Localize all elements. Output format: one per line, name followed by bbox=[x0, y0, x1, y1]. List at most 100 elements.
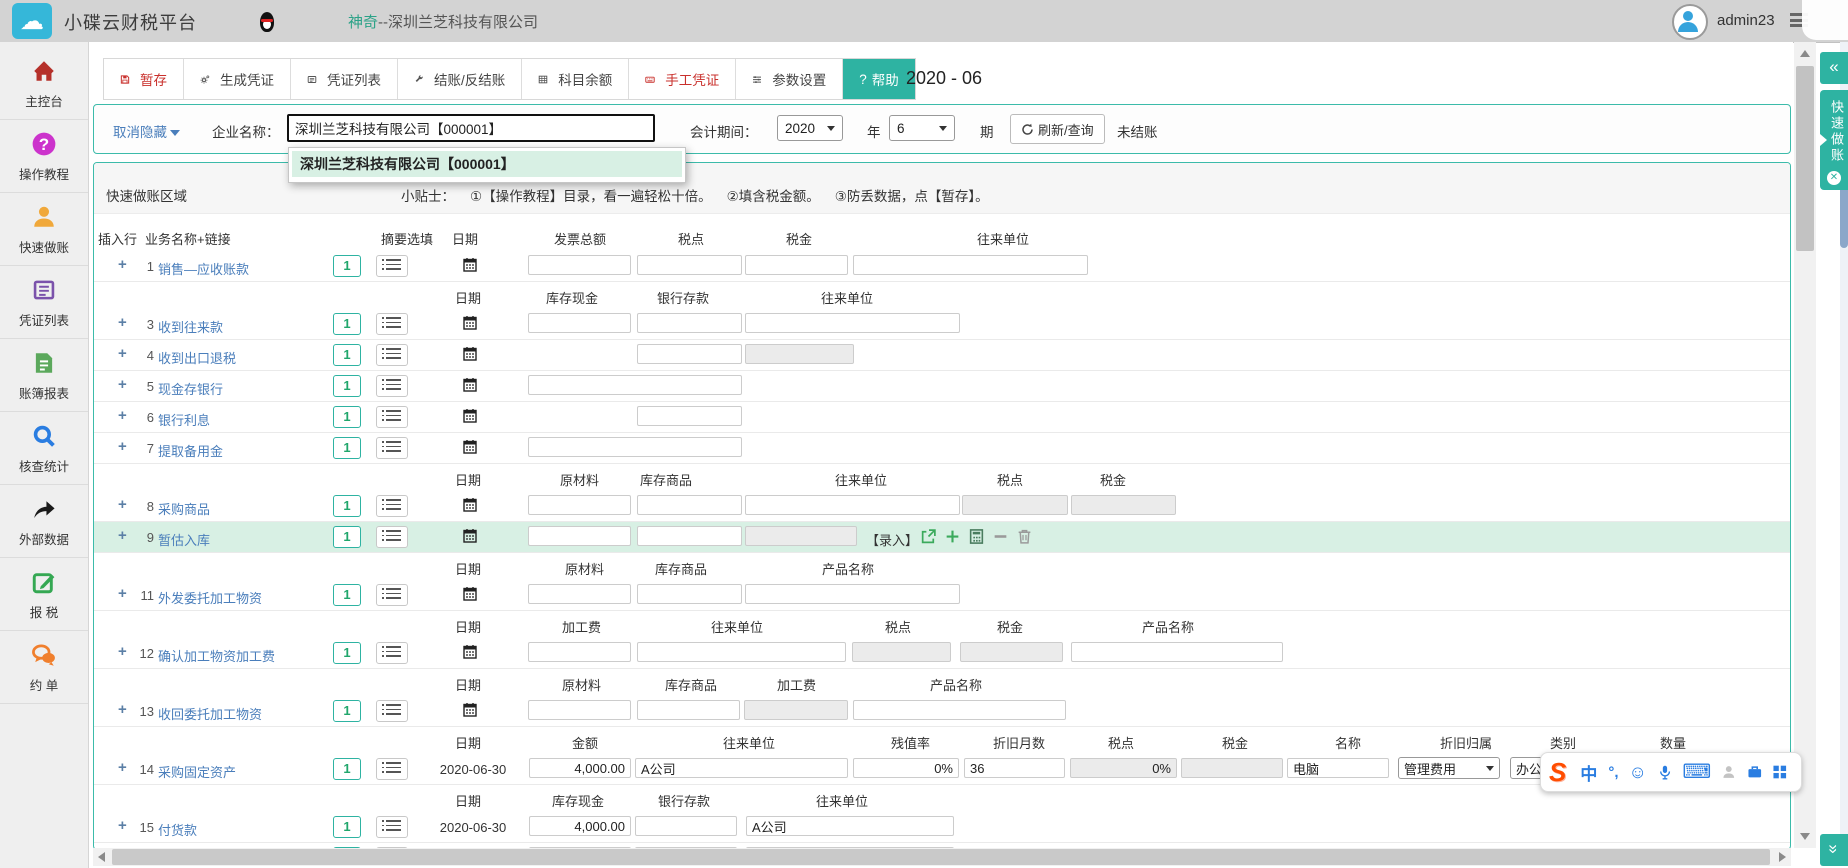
business-link[interactable]: 销售—应收账款 bbox=[158, 259, 249, 278]
entry-link[interactable]: 【录入】 bbox=[866, 530, 918, 549]
field-input[interactable] bbox=[637, 584, 742, 604]
business-link[interactable]: 银行利息 bbox=[158, 410, 210, 429]
ime-toolbox-icon[interactable] bbox=[1747, 764, 1763, 780]
sidebar-item-1[interactable]: 主控台 bbox=[0, 46, 88, 120]
count-box[interactable]: 1 bbox=[333, 437, 361, 459]
cancel-hide-link[interactable]: 取消隐藏 bbox=[113, 121, 180, 141]
field-input[interactable] bbox=[529, 758, 631, 778]
sidebar-item-2[interactable]: ?操作教程 bbox=[0, 119, 88, 193]
field-input[interactable] bbox=[637, 255, 742, 275]
calendar-icon[interactable] bbox=[463, 346, 477, 366]
calendar-icon[interactable] bbox=[463, 257, 477, 277]
qq-penguin-icon[interactable] bbox=[258, 10, 276, 34]
field-input[interactable] bbox=[853, 700, 1066, 720]
field-input[interactable] bbox=[745, 255, 848, 275]
field-input[interactable] bbox=[637, 406, 742, 426]
toolbar-button-7[interactable]: 参数设置 bbox=[736, 59, 843, 99]
calendar-icon[interactable] bbox=[463, 528, 477, 548]
summary-list-button[interactable] bbox=[376, 406, 408, 428]
sidebar-item-4[interactable]: 凭证列表 bbox=[0, 265, 88, 339]
count-box[interactable]: 1 bbox=[333, 255, 361, 277]
business-link[interactable]: 采购固定资产 bbox=[158, 762, 236, 781]
month-select[interactable]: 6 bbox=[889, 115, 955, 141]
count-box[interactable]: 1 bbox=[333, 584, 361, 606]
scroll-right-arrow-icon[interactable] bbox=[1779, 852, 1786, 862]
summary-list-button[interactable] bbox=[376, 584, 408, 606]
ime-emoji-icon[interactable]: ☺ bbox=[1629, 762, 1647, 783]
company-name-input[interactable] bbox=[287, 114, 655, 142]
ime-punctuation-toggle[interactable]: °, bbox=[1608, 764, 1618, 781]
summary-list-button[interactable] bbox=[376, 437, 408, 459]
field-input[interactable] bbox=[528, 584, 631, 604]
count-box[interactable]: 1 bbox=[333, 375, 361, 397]
field-input[interactable] bbox=[637, 700, 740, 720]
toolbar-button-4[interactable]: 结账/反结账 bbox=[398, 59, 522, 99]
expand-bottom-button[interactable]: » bbox=[1820, 834, 1848, 866]
ime-mic-icon[interactable] bbox=[1657, 764, 1673, 781]
insert-row-icon[interactable]: + bbox=[118, 496, 127, 514]
field-input[interactable] bbox=[853, 758, 959, 778]
sidebar-item-3[interactable]: 快速做账 bbox=[0, 192, 88, 266]
trash-icon[interactable] bbox=[1016, 528, 1033, 545]
field-input[interactable] bbox=[528, 437, 742, 457]
business-link[interactable]: 暂估入库 bbox=[158, 530, 210, 549]
ime-language-toggle[interactable]: 中 bbox=[1580, 760, 1597, 785]
toolbar-button-6[interactable]: 手工凭证 bbox=[629, 59, 736, 99]
business-link[interactable]: 现金存银行 bbox=[158, 379, 223, 398]
horizontal-scroll-thumb[interactable] bbox=[112, 849, 1770, 865]
user-avatar[interactable] bbox=[1672, 4, 1708, 40]
summary-list-button[interactable] bbox=[376, 642, 408, 664]
sidebar-item-6[interactable]: 核查统计 bbox=[0, 411, 88, 485]
count-box[interactable]: 1 bbox=[333, 700, 361, 722]
count-box[interactable]: 1 bbox=[333, 313, 361, 335]
vertical-scroll-thumb[interactable] bbox=[1796, 66, 1814, 251]
sogou-logo-icon[interactable]: S bbox=[1549, 757, 1566, 788]
insert-row-icon[interactable]: + bbox=[118, 817, 127, 835]
insert-row-icon[interactable]: + bbox=[118, 314, 127, 332]
calendar-icon[interactable] bbox=[463, 644, 477, 664]
field-input[interactable] bbox=[529, 816, 631, 836]
field-input[interactable] bbox=[528, 526, 631, 546]
field-input[interactable] bbox=[746, 816, 954, 836]
insert-row-icon[interactable]: + bbox=[118, 376, 127, 394]
toolbar-button-2[interactable]: 生成凭证 bbox=[184, 59, 291, 99]
calendar-icon[interactable] bbox=[463, 702, 477, 722]
business-link[interactable]: 外发委托加工物资 bbox=[158, 588, 262, 607]
suggestion-item[interactable]: 深圳兰芝科技有限公司【000001】 bbox=[292, 151, 682, 177]
count-box[interactable]: 1 bbox=[333, 406, 361, 428]
sidebar-item-5[interactable]: 账簿报表 bbox=[0, 338, 88, 412]
business-link[interactable]: 确认加工物资加工费 bbox=[158, 646, 275, 665]
field-input[interactable] bbox=[528, 700, 631, 720]
insert-row-icon[interactable]: + bbox=[118, 256, 127, 274]
field-input[interactable] bbox=[635, 758, 848, 778]
insert-row-icon[interactable]: + bbox=[118, 759, 127, 777]
toolbar-button-3[interactable]: 凭证列表 bbox=[291, 59, 398, 99]
summary-list-button[interactable] bbox=[376, 758, 408, 780]
field-input[interactable] bbox=[637, 526, 742, 546]
insert-row-icon[interactable]: + bbox=[118, 438, 127, 456]
field-input[interactable] bbox=[853, 255, 1088, 275]
toolbar-button-1[interactable]: 暂存 bbox=[104, 59, 184, 99]
field-input[interactable] bbox=[528, 375, 742, 395]
business-link[interactable]: 提取备用金 bbox=[158, 441, 223, 460]
business-link[interactable]: 收到出口退税 bbox=[158, 348, 236, 367]
toolbar-button-5[interactable]: 科目余额 bbox=[522, 59, 629, 99]
field-input[interactable] bbox=[635, 816, 737, 836]
insert-row-icon[interactable]: + bbox=[118, 585, 127, 603]
field-input[interactable] bbox=[745, 584, 960, 604]
business-link[interactable]: 采购商品 bbox=[158, 499, 210, 518]
field-input[interactable] bbox=[1071, 642, 1283, 662]
summary-list-button[interactable] bbox=[376, 344, 408, 366]
field-input[interactable] bbox=[637, 344, 742, 364]
insert-row-icon[interactable]: + bbox=[118, 345, 127, 363]
refresh-query-button[interactable]: 刷新/查询 bbox=[1010, 114, 1105, 144]
field-input[interactable] bbox=[637, 642, 846, 662]
field-input[interactable] bbox=[528, 313, 631, 333]
export-icon[interactable] bbox=[920, 528, 937, 545]
scroll-down-arrow-icon[interactable] bbox=[1800, 833, 1810, 840]
business-link[interactable]: 收回委托加工物资 bbox=[158, 704, 262, 723]
horizontal-scrollbar[interactable] bbox=[93, 848, 1791, 866]
scroll-up-arrow-icon[interactable] bbox=[1800, 50, 1810, 57]
ime-keyboard-icon[interactable]: ⌨ bbox=[1682, 762, 1711, 782]
sidebar-item-9[interactable]: 约 单 bbox=[0, 630, 88, 704]
